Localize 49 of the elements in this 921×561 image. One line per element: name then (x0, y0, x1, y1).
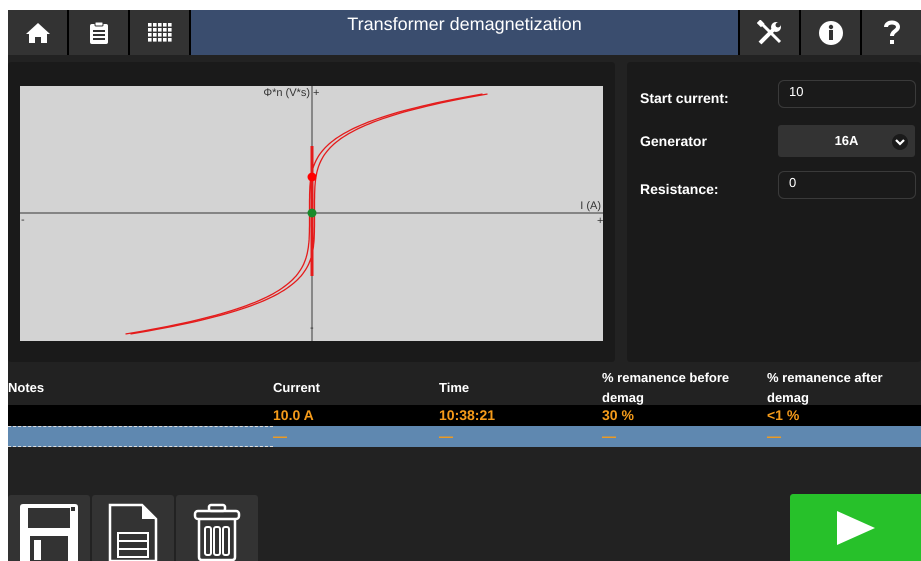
clipboard-icon (88, 20, 108, 44)
grid-button[interactable] (130, 10, 189, 55)
table-cell: 10:38:21 (439, 407, 496, 423)
table-cell: — (439, 428, 453, 444)
axis-end-mark: + (597, 215, 603, 227)
table-cell: 10.0 A (273, 407, 314, 423)
input-field[interactable]: 10 (778, 80, 916, 108)
field-label: Start current: (640, 89, 730, 108)
info-button[interactable] (801, 10, 860, 55)
tools-icon (756, 20, 782, 46)
document-icon (108, 503, 158, 561)
caret-icon (891, 134, 909, 150)
column-header: % remanence before demag (602, 369, 730, 407)
play-icon (836, 510, 876, 546)
delete-button[interactable] (176, 495, 258, 561)
info-icon (818, 20, 844, 46)
table-cell: — (602, 428, 616, 444)
table-row[interactable]: 10.0 A 10:38:21 30 % <1 % (8, 405, 921, 426)
column-header: % remanence after demag (767, 369, 884, 407)
clipboard-button[interactable] (69, 10, 128, 55)
table-cell: — (273, 428, 287, 444)
column-header: Current (273, 378, 321, 397)
save-button[interactable] (8, 495, 90, 561)
window-title: Transformer demagnetization (191, 10, 738, 55)
axis-end-mark: + (313, 87, 320, 99)
input-field[interactable]: 0 (778, 171, 916, 199)
table-cell: 30 % (602, 407, 634, 423)
table-cell: — (767, 428, 781, 444)
generator-dropdown[interactable]: 16A (778, 125, 915, 157)
report-button[interactable] (92, 495, 174, 561)
origin-point (308, 208, 316, 218)
axis-end-mark: - (310, 322, 314, 334)
question-icon (884, 20, 900, 46)
start-button[interactable] (790, 494, 921, 561)
axis-end-mark: - (21, 214, 25, 226)
grid-icon (148, 22, 172, 42)
x-axis-label: I (A) (580, 200, 601, 212)
trash-icon (192, 503, 242, 561)
home-icon (24, 22, 50, 44)
help-button[interactable] (862, 10, 921, 55)
y-axis-label: Φ*n (V*s) (263, 87, 310, 99)
remanence-point (308, 172, 316, 182)
field-label: Generator (640, 132, 708, 151)
home-button[interactable] (8, 10, 67, 55)
column-header: Notes (8, 378, 46, 397)
table-cell: <1 % (767, 407, 800, 423)
column-header: Time (439, 378, 470, 397)
field-label: Resistance: (640, 180, 720, 199)
settings-button[interactable] (740, 10, 799, 55)
